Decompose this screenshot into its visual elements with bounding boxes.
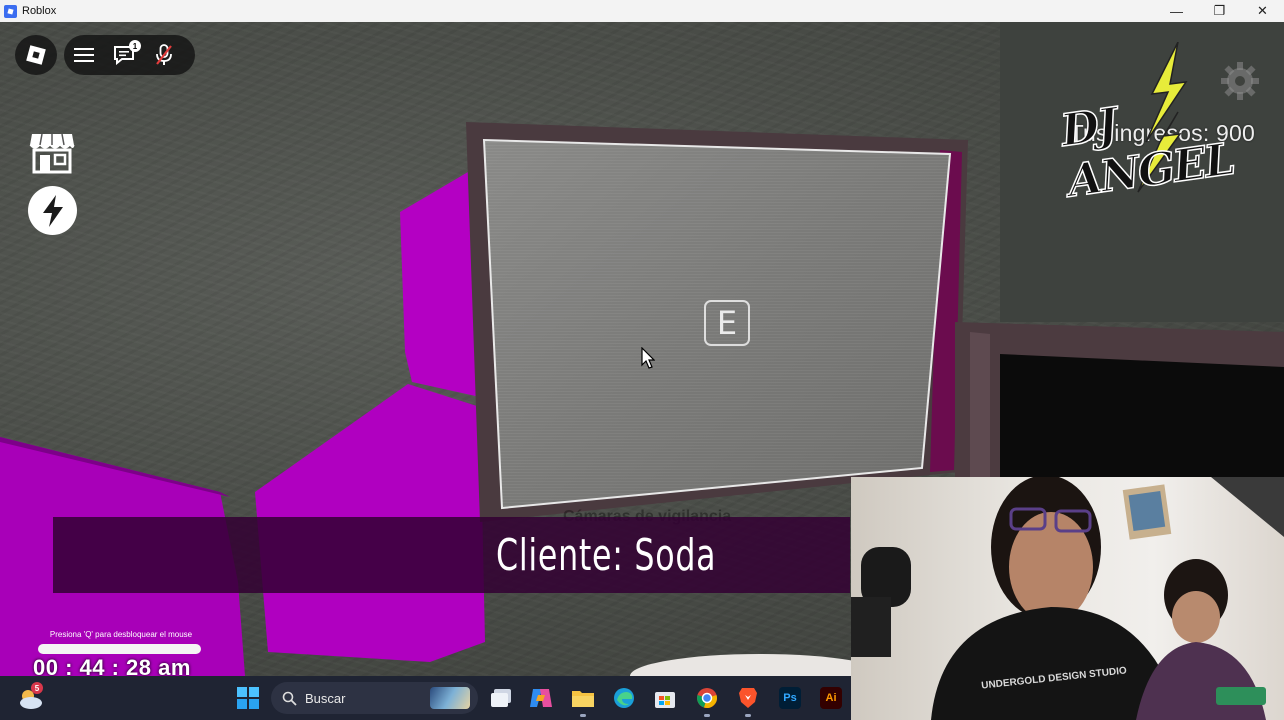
hamburger-menu-button[interactable] [64, 35, 104, 75]
chrome-browser-icon [697, 688, 717, 708]
microphone-muted-icon [156, 44, 172, 65]
weather-badge: 5 [31, 682, 43, 694]
roblox-topbar: 1 [64, 35, 195, 75]
windows-taskbar: 5 Buscar Ps Ai [0, 676, 851, 720]
voice-mute-button[interactable] [144, 35, 184, 75]
taskbar-chrome[interactable] [694, 685, 720, 717]
dj-angel-logo: DJ ANGEL [1057, 41, 1237, 208]
photoshop-icon: Ps [779, 687, 801, 709]
illustrator-icon: Ai [820, 687, 842, 709]
microsoft-store-icon [655, 692, 675, 708]
taskbar-edge[interactable] [611, 685, 637, 711]
search-highlight-image [430, 687, 470, 709]
minimize-button[interactable]: — [1155, 0, 1198, 22]
window-title: Roblox [22, 5, 57, 17]
folder-icon [572, 691, 594, 707]
taskbar-brave[interactable] [735, 685, 761, 717]
hamburger-icon [74, 48, 94, 62]
windows-logo-icon [237, 687, 259, 709]
lightning-bolt-icon [42, 194, 63, 227]
taskbar-illustrator[interactable]: Ai [818, 685, 844, 711]
active-indicator [745, 714, 751, 717]
active-indicator [580, 714, 586, 717]
taskbar-copilot[interactable] [528, 685, 554, 711]
dialogue-box: Cliente: Soda [53, 517, 850, 593]
mouse-cursor-icon [641, 347, 655, 369]
close-button[interactable]: ✕ [1241, 0, 1284, 22]
start-button[interactable] [235, 685, 261, 711]
side-screen [1000, 354, 1284, 482]
brave-browser-icon [739, 688, 757, 708]
copilot-icon [530, 689, 552, 707]
search-placeholder: Buscar [305, 690, 346, 706]
time-progress-bar [38, 644, 201, 654]
webcam-overlay: UNDERGOLD DESIGN STUDIO [851, 477, 1284, 720]
taskbar-file-explorer[interactable] [570, 685, 596, 717]
interact-key-prompt[interactable]: E [704, 300, 750, 346]
shop-store-icon[interactable] [28, 128, 76, 174]
roblox-logo-icon [26, 45, 46, 65]
maximize-button[interactable]: ❐ [1198, 0, 1241, 22]
chat-button[interactable]: 1 [104, 35, 144, 75]
unlock-mouse-hint: Presiona 'Q' para desbloquear el mouse [49, 630, 193, 639]
webcam-scene [851, 477, 1284, 720]
window-titlebar: Roblox — ❐ ✕ [0, 0, 1284, 22]
game-clock: 00 : 44 : 28 am [33, 655, 191, 676]
chat-unread-badge: 1 [129, 40, 141, 52]
search-icon [282, 691, 297, 706]
task-view-icon [491, 689, 511, 707]
window-controls: — ❐ ✕ [1155, 0, 1284, 22]
taskbar-store[interactable] [652, 685, 678, 711]
weather-widget[interactable]: 5 [16, 682, 44, 712]
boost-button[interactable] [28, 186, 77, 235]
hex-panel-top [400, 172, 480, 397]
edge-browser-icon [614, 688, 634, 708]
taskbar-search-box[interactable]: Buscar [271, 682, 478, 714]
dialogue-text: Cliente: Soda [495, 529, 717, 581]
taskbar-task-view[interactable] [488, 685, 514, 711]
roblox-menu-button[interactable] [15, 35, 57, 75]
active-indicator [704, 714, 710, 717]
roblox-app-icon [4, 4, 17, 18]
taskbar-photoshop[interactable]: Ps [777, 685, 803, 711]
